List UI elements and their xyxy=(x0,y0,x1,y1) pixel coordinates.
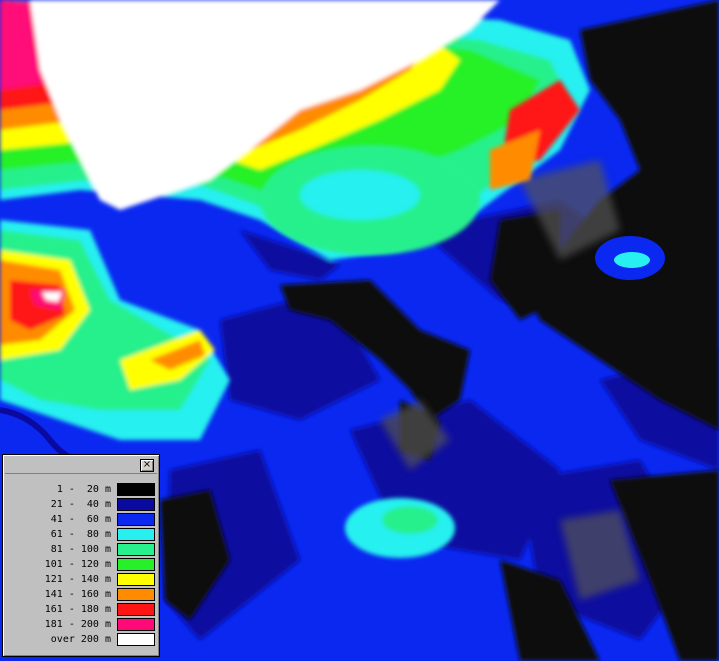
legend-rows: 1 - 20 m 21 - 40 m 41 - 60 m 61 - 80 m 8… xyxy=(7,483,157,648)
legend-swatch xyxy=(117,573,155,586)
legend-row: 61 - 80 m xyxy=(7,528,157,543)
elevation-legend: × 1 - 20 m 21 - 40 m 41 - 60 m 61 - 80 m… xyxy=(2,454,160,657)
legend-swatch xyxy=(117,633,155,646)
legend-swatch xyxy=(117,558,155,571)
legend-row: 161 - 180 m xyxy=(7,603,157,618)
legend-row: over 200 m xyxy=(7,633,157,648)
legend-swatch xyxy=(117,618,155,631)
legend-row: 21 - 40 m xyxy=(7,498,157,513)
legend-swatch xyxy=(117,513,155,526)
legend-row: 41 - 60 m xyxy=(7,513,157,528)
legend-swatch xyxy=(117,603,155,616)
legend-row: 101 - 120 m xyxy=(7,558,157,573)
legend-swatch xyxy=(117,528,155,541)
legend-row: 81 - 100 m xyxy=(7,543,157,558)
legend-row: 141 - 160 m xyxy=(7,588,157,603)
legend-swatch xyxy=(117,543,155,556)
terrain-hill-east xyxy=(595,236,665,280)
legend-swatch xyxy=(117,483,155,496)
close-icon[interactable]: × xyxy=(140,459,154,472)
legend-swatch xyxy=(117,588,155,601)
legend-swatch xyxy=(117,498,155,511)
legend-titlebar[interactable]: × xyxy=(5,457,157,474)
terrain-hill-central xyxy=(345,498,455,558)
legend-row: 121 - 140 m xyxy=(7,573,157,588)
legend-row: 1 - 20 m xyxy=(7,483,157,498)
legend-row: 181 - 200 m xyxy=(7,618,157,633)
